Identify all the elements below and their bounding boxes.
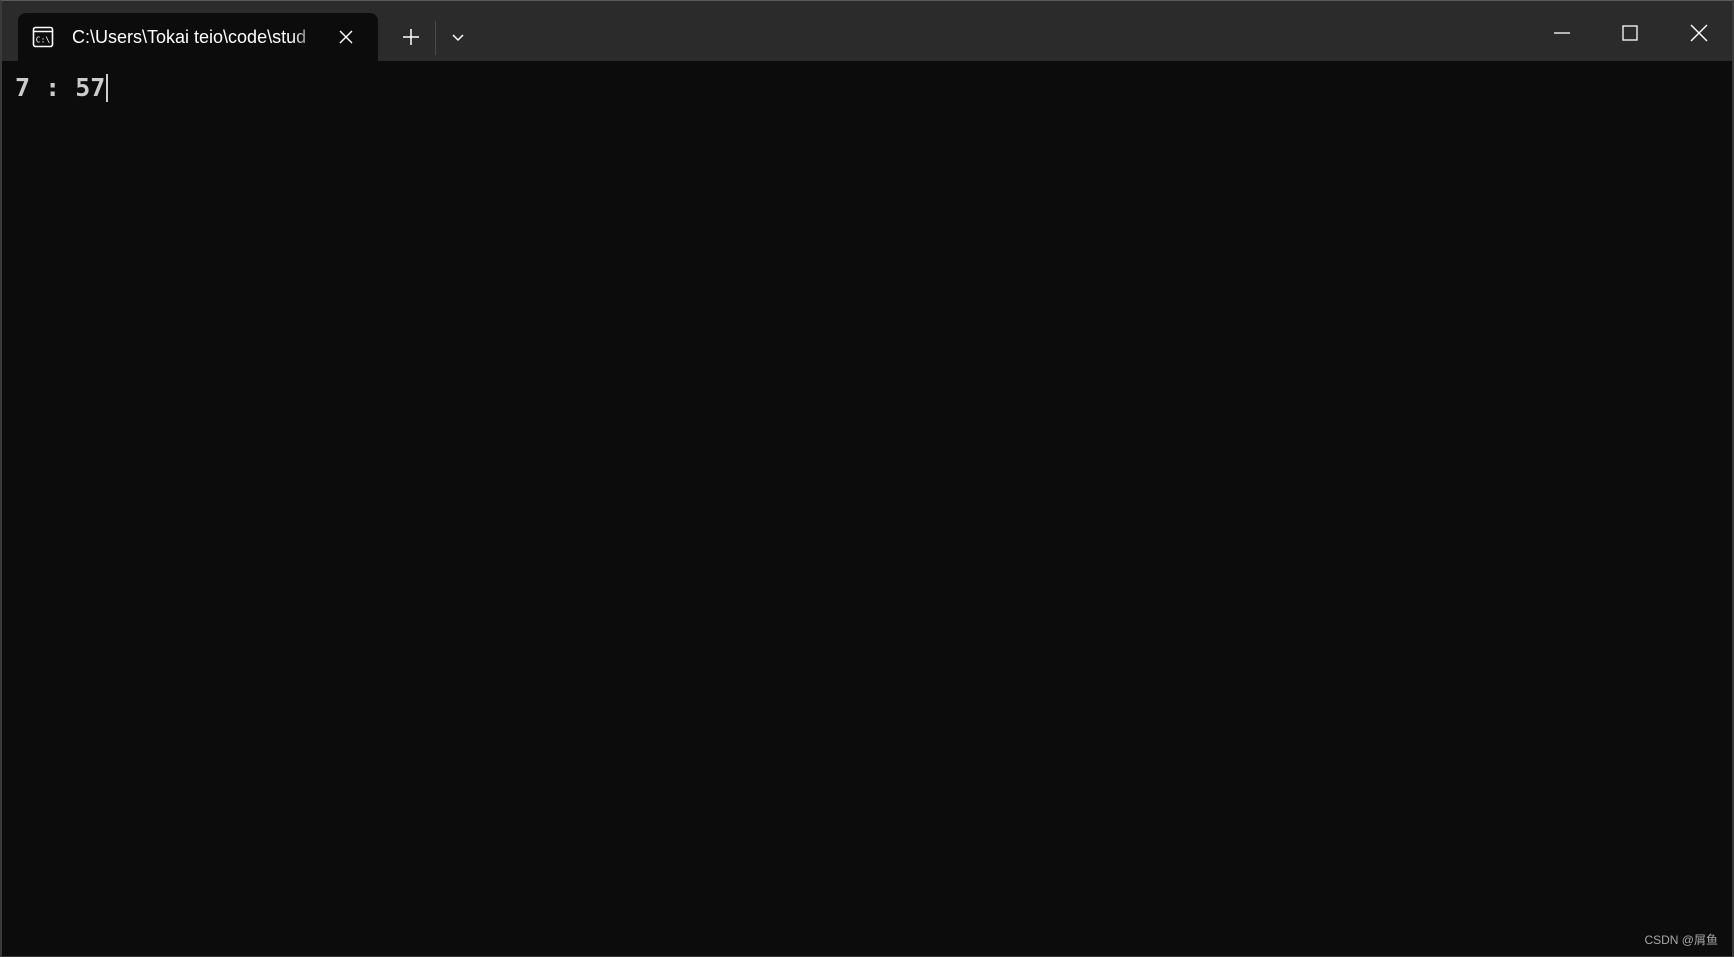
console-icon: C:\	[32, 26, 54, 48]
minimize-button[interactable]	[1542, 13, 1582, 53]
tab-active[interactable]: C:\ C:\Users\Tokai teio\code\stud	[18, 13, 378, 61]
terminal-output-area[interactable]: 7 : 57 CSDN @屑鱼	[2, 61, 1732, 956]
text-cursor	[106, 74, 109, 102]
tab-title: C:\Users\Tokai teio\code\stud	[72, 26, 307, 47]
minimize-icon	[1554, 32, 1570, 34]
terminal-line: 7 : 57	[15, 71, 109, 105]
close-window-button[interactable]	[1679, 13, 1719, 53]
terminal-window: C:\ C:\Users\Tokai teio\code\stud 7: 57…	[0, 0, 1734, 957]
maximize-icon	[1622, 25, 1638, 41]
tab-dropdown-button[interactable]	[444, 23, 472, 51]
watermark: CSDN @屑鱼	[1644, 933, 1718, 947]
maximize-button[interactable]	[1610, 13, 1650, 53]
title-bar: C:\ C:\Users\Tokai teio\code\stud	[2, 1, 1732, 61]
svg-text:C:\: C:\	[36, 36, 51, 45]
output-text: 7 : 57	[15, 73, 106, 102]
chevron-down-icon	[452, 34, 464, 42]
new-tab-button[interactable]	[397, 23, 425, 51]
tab-divider	[435, 21, 436, 55]
plus-icon	[403, 29, 419, 45]
close-icon	[1690, 24, 1708, 42]
close-tab-icon[interactable]	[336, 27, 356, 47]
